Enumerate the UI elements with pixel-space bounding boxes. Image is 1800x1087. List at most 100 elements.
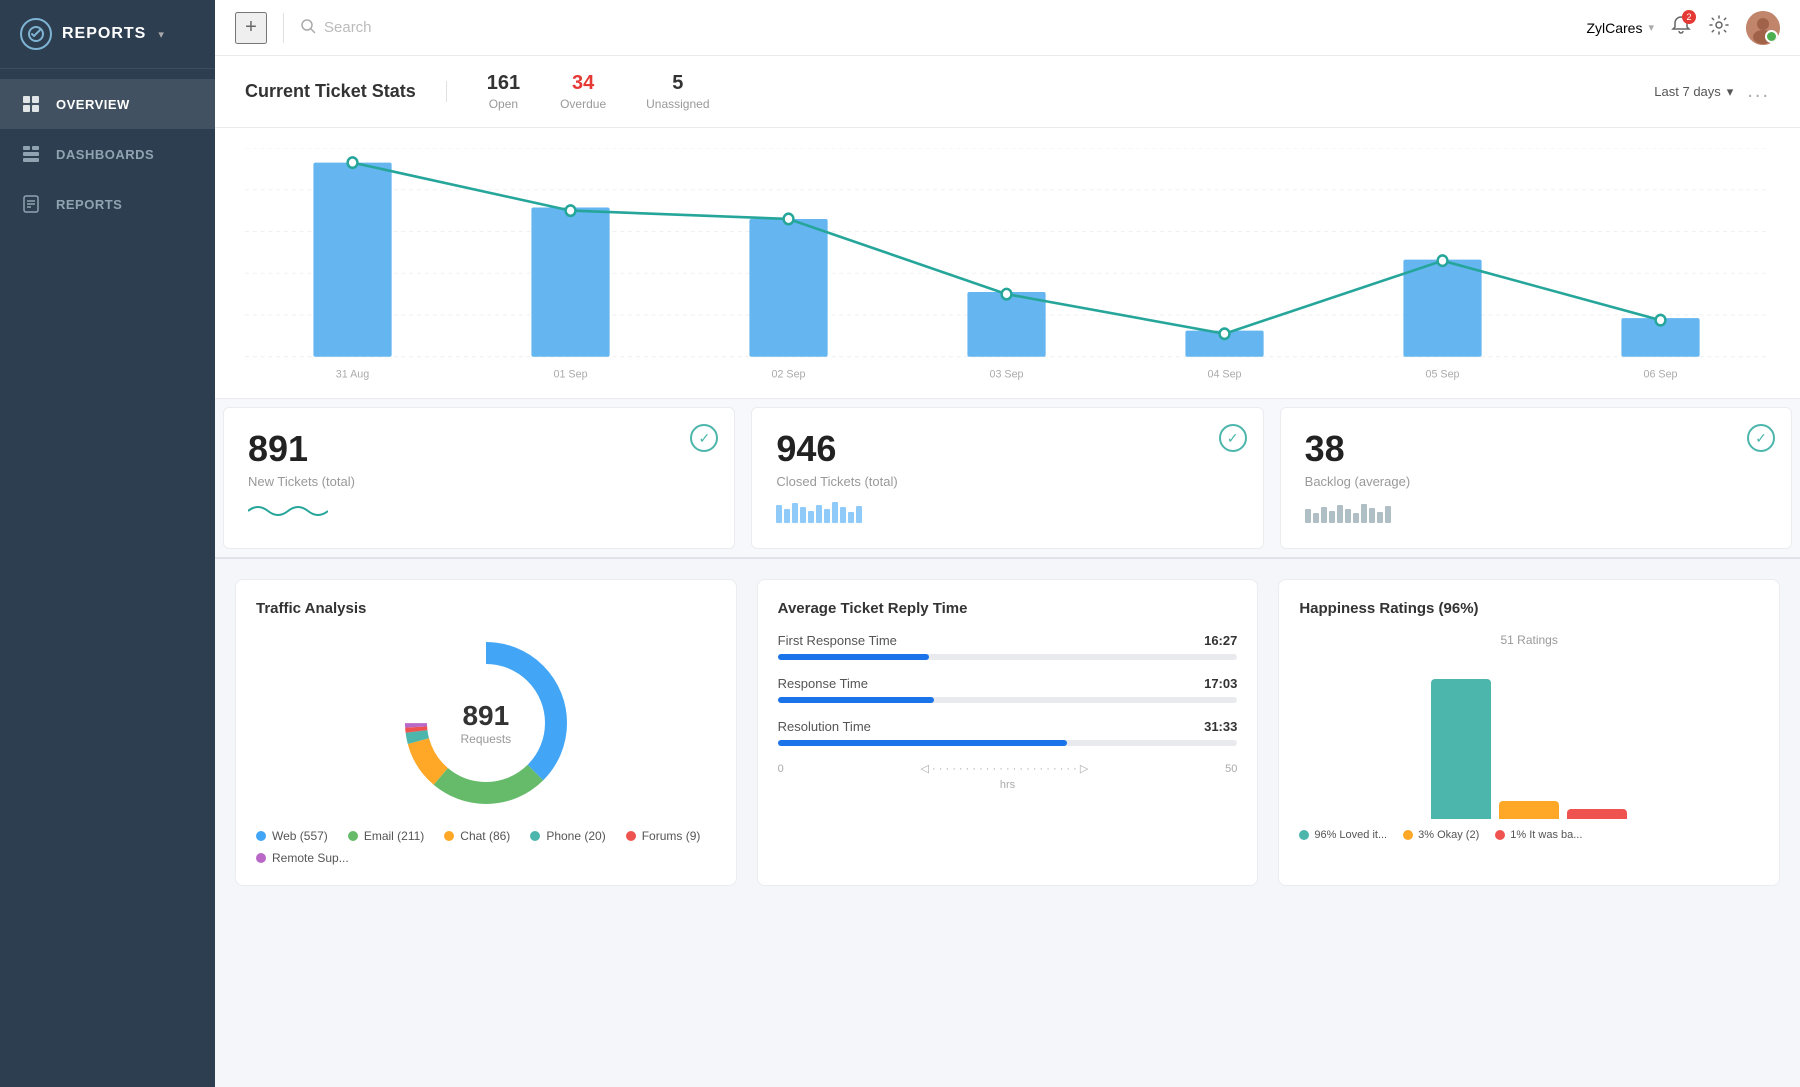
svg-text:02 Sep: 02 Sep	[771, 368, 805, 380]
bar-line-chart: 250 200 150 100 50 0 31 Aug 01 Sep 02 Se…	[245, 148, 1770, 388]
search-label: Search	[324, 19, 372, 36]
legend-email-dot	[348, 831, 358, 841]
legend-web-label: Web (557)	[272, 829, 328, 843]
donut-chart-wrapper: 891 Requests	[256, 633, 716, 813]
donut-sub: Requests	[460, 732, 511, 746]
closed-tickets-label: Closed Tickets (total)	[776, 474, 1238, 489]
happiness-legend-okay: 3% Okay (2)	[1403, 829, 1479, 841]
happiness-legend-loved: 96% Loved it...	[1299, 829, 1387, 841]
legend-email-label: Email (211)	[364, 829, 424, 843]
legend-chat-dot	[444, 831, 454, 841]
first-response-label: First Response Time	[778, 633, 897, 648]
reports-icon	[20, 193, 42, 215]
donut-center-label: 891 Requests	[460, 700, 511, 746]
stat-open-value: 161	[487, 72, 520, 95]
settings-button[interactable]	[1708, 14, 1730, 42]
stat-overdue-value: 34	[560, 72, 606, 95]
reply-time-card: Average Ticket Reply Time First Response…	[757, 579, 1259, 886]
reply-time-title: Average Ticket Reply Time	[778, 600, 1238, 617]
legend-remote-label: Remote Sup...	[272, 851, 349, 865]
reply-rows: First Response Time 16:27 Response Time …	[778, 633, 1238, 746]
traffic-legend: Web (557) Email (211) Chat (86) Phone (2…	[256, 829, 716, 865]
resolution-time-label: Resolution Time	[778, 719, 871, 734]
svg-text:01 Sep: 01 Sep	[554, 368, 588, 380]
avatar[interactable]	[1746, 11, 1780, 45]
stat-overdue-label: Overdue	[560, 97, 606, 111]
happiness-bar-chart	[1299, 659, 1759, 819]
sidebar-item-reports-label: REPORTS	[56, 197, 122, 212]
legend-web-dot	[256, 831, 266, 841]
topnav: + Search ZylCares ▾ 2	[215, 0, 1800, 56]
stat-overdue: 34 Overdue	[560, 72, 606, 111]
happiness-bar-loved	[1431, 679, 1491, 819]
stat-unassigned-value: 5	[646, 72, 709, 95]
user-menu[interactable]: ZylCares ▾	[1586, 20, 1654, 36]
content-area: Current Ticket Stats 161 Open 34 Overdue…	[215, 56, 1800, 1087]
sidebar-item-reports[interactable]: REPORTS	[0, 179, 215, 229]
happiness-bad-label: 1% It was ba...	[1510, 829, 1582, 841]
sidebar-chevron-icon: ▾	[158, 28, 164, 41]
summary-card-closed-tickets: 946 Closed Tickets (total) ✓	[751, 407, 1263, 549]
resolution-time-bar-bg	[778, 740, 1238, 746]
closed-tickets-check-icon: ✓	[1219, 424, 1247, 452]
happiness-card: Happiness Ratings (96%) 51 Ratings 96% L…	[1278, 579, 1780, 886]
reply-row-resolution: Resolution Time 31:33	[778, 719, 1238, 746]
more-options-button[interactable]: ...	[1747, 80, 1770, 103]
closed-tickets-mini-chart	[776, 499, 1238, 528]
new-tickets-label: New Tickets (total)	[248, 474, 710, 489]
topnav-divider	[283, 13, 284, 43]
stats-title: Current Ticket Stats	[245, 81, 447, 102]
topnav-right: ZylCares ▾ 2	[1586, 11, 1780, 45]
response-time-value: 17:03	[1204, 676, 1237, 691]
chart-svg: 250 200 150 100 50 0 31 Aug 01 Sep 02 Se…	[245, 148, 1770, 388]
reply-row-response-time: Response Time 17:03	[778, 676, 1238, 703]
search-icon	[300, 18, 316, 38]
sidebar: REPORTS ▾ OVERVIEW	[0, 0, 215, 1087]
legend-forums: Forums (9)	[626, 829, 701, 843]
reply-row-response-header: Response Time 17:03	[778, 676, 1238, 691]
reply-row-first-response: First Response Time 16:27	[778, 633, 1238, 660]
main-chart-section: 250 200 150 100 50 0 31 Aug 01 Sep 02 Se…	[215, 128, 1800, 399]
happiness-okay-label: 3% Okay (2)	[1418, 829, 1479, 841]
date-range-chevron-icon: ▾	[1727, 84, 1734, 100]
reply-row-first-header: First Response Time 16:27	[778, 633, 1238, 648]
traffic-analysis-card: Traffic Analysis	[235, 579, 737, 886]
sidebar-item-overview[interactable]: OVERVIEW	[0, 79, 215, 129]
dashboards-icon	[20, 143, 42, 165]
happiness-title: Happiness Ratings (96%)	[1299, 600, 1759, 617]
first-response-value: 16:27	[1204, 633, 1237, 648]
backlog-label: Backlog (average)	[1305, 474, 1767, 489]
user-chevron-icon: ▾	[1648, 21, 1654, 34]
add-button[interactable]: +	[235, 12, 267, 44]
reply-axis-arrow-left: ◁ · · · · · · · · · · · · · · · · · · · …	[921, 762, 1089, 775]
first-response-bar-fill	[778, 654, 930, 660]
reply-axis-unit: hrs	[778, 779, 1238, 791]
sidebar-item-dashboards[interactable]: DASHBOARDS	[0, 129, 215, 179]
happiness-dot-okay	[1403, 830, 1413, 840]
backlog-value: 38	[1305, 428, 1767, 470]
response-time-bar-bg	[778, 697, 1238, 703]
happiness-dot-bad	[1495, 830, 1505, 840]
stat-unassigned-label: Unassigned	[646, 97, 709, 111]
reply-axis-end: 50	[1225, 763, 1237, 775]
happiness-bar-okay	[1499, 801, 1559, 819]
svg-text:31 Aug: 31 Aug	[336, 368, 369, 380]
closed-tickets-value: 946	[776, 428, 1238, 470]
legend-phone: Phone (20)	[530, 829, 605, 843]
svg-text:04 Sep: 04 Sep	[1207, 368, 1241, 380]
search-bar[interactable]: Search	[300, 18, 1570, 38]
stat-open-label: Open	[487, 97, 520, 111]
reply-row-resolution-header: Resolution Time 31:33	[778, 719, 1238, 734]
date-range-picker[interactable]: Last 7 days ▾	[1654, 84, 1733, 100]
notifications-button[interactable]: 2	[1670, 14, 1692, 42]
legend-phone-dot	[530, 831, 540, 841]
resolution-time-value: 31:33	[1204, 719, 1237, 734]
sidebar-logo-icon	[20, 18, 52, 50]
stat-unassigned: 5 Unassigned	[646, 72, 709, 111]
happiness-legend: 96% Loved it... 3% Okay (2) 1% It was ba…	[1299, 829, 1759, 841]
legend-chat: Chat (86)	[444, 829, 510, 843]
sidebar-header[interactable]: REPORTS ▾	[0, 0, 215, 69]
legend-web: Web (557)	[256, 829, 328, 843]
first-response-bar-bg	[778, 654, 1238, 660]
bottom-section: Traffic Analysis	[215, 559, 1800, 906]
